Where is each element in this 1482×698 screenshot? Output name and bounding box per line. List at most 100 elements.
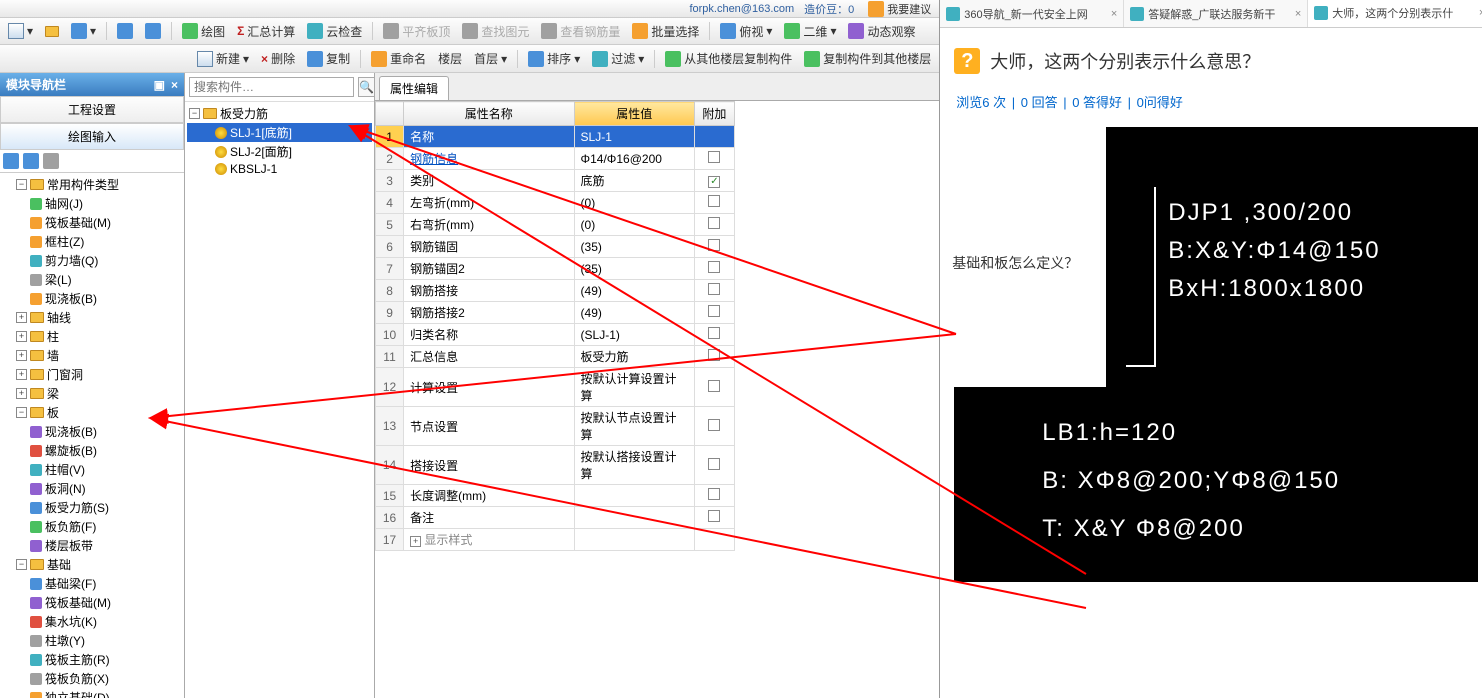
prop-row[interactable]: 14搭接设置按默认搭接设置计算 xyxy=(376,446,735,485)
tree-jichu[interactable]: −基础 xyxy=(2,555,182,574)
tree-common-types[interactable]: −常用构件类型 xyxy=(2,175,182,194)
component-instance-tree[interactable]: −板受力筋 SLJ-1[底筋]SLJ-2[面筋]KBSLJ-1 xyxy=(185,102,374,698)
prop-row[interactable]: 9钢筋搭接2(49) xyxy=(376,302,735,324)
close-icon[interactable]: × xyxy=(171,78,178,92)
tree-leaf[interactable]: 集水坑(K) xyxy=(2,612,182,631)
component-type-tree[interactable]: −常用构件类型 轴网(J)筏板基础(M)框柱(Z)剪力墙(Q)梁(L)现浇板(B… xyxy=(0,173,184,698)
tree-leaf[interactable]: 基础梁(F) xyxy=(2,574,182,593)
checkbox[interactable] xyxy=(708,419,720,431)
tree-leaf[interactable]: 柱帽(V) xyxy=(2,460,182,479)
prop-value-cell[interactable]: 底筋 xyxy=(574,170,694,192)
2d-button[interactable]: 二维 ▾ xyxy=(780,21,840,42)
expand-icon[interactable] xyxy=(3,153,19,169)
comp-item[interactable]: SLJ-2[面筋] xyxy=(187,142,372,161)
tree-leaf[interactable]: 楼层板带 xyxy=(2,536,182,555)
tree-leaf[interactable]: 筏板主筋(R) xyxy=(2,650,182,669)
prop-row[interactable]: 3类别底筋 xyxy=(376,170,735,192)
tree-cat[interactable]: +柱 xyxy=(2,327,182,346)
copyto-button[interactable]: 复制构件到其他楼层 xyxy=(800,48,935,69)
tree-leaf[interactable]: 筏板基础(M) xyxy=(2,593,182,612)
checkbox[interactable] xyxy=(708,327,720,339)
tree-leaf[interactable]: 筏板基础(M) xyxy=(2,213,182,232)
tree-cat[interactable]: +轴线 xyxy=(2,308,182,327)
prop-row[interactable]: 2钢筋信息Φ14/Φ16@200 xyxy=(376,148,735,170)
tree-leaf[interactable]: 螺旋板(B) xyxy=(2,441,182,460)
draw-button[interactable]: 绘图 xyxy=(178,21,229,42)
prop-value-cell[interactable] xyxy=(574,529,694,551)
prop-value-cell[interactable]: (0) xyxy=(574,214,694,236)
modnav-btn-draw[interactable]: 绘图输入 xyxy=(0,123,184,150)
redo-button[interactable] xyxy=(141,21,165,41)
new-component-button[interactable]: 新建 ▾ xyxy=(193,48,253,69)
prop-row[interactable]: 15长度调整(mm) xyxy=(376,485,735,507)
suggest-button[interactable]: 我要建议 xyxy=(864,0,935,18)
pin-icon[interactable]: ▣ xyxy=(154,78,165,92)
dynview-button[interactable]: 动态观察 xyxy=(844,21,919,42)
tab-close-icon[interactable]: × xyxy=(1111,8,1117,20)
tree-ban-shoulijin[interactable]: 板受力筋(S) xyxy=(2,498,182,517)
batchsel-button[interactable]: 批量选择 xyxy=(628,21,703,42)
prop-value-cell[interactable]: (SLJ-1) xyxy=(574,324,694,346)
open-button[interactable] xyxy=(41,24,63,39)
property-grid[interactable]: 属性名称 属性值 附加 1名称SLJ-12钢筋信息Φ14/Φ16@2003类别底… xyxy=(375,101,939,698)
search-go-button[interactable]: 🔍 xyxy=(358,77,375,97)
tree-leaf[interactable]: 筏板负筋(X) xyxy=(2,669,182,688)
prop-value-cell[interactable] xyxy=(574,507,694,529)
checkbox[interactable] xyxy=(708,176,720,188)
prop-row[interactable]: 7钢筋锚固2(35) xyxy=(376,258,735,280)
tree-cat[interactable]: +梁 xyxy=(2,384,182,403)
cloudcheck-button[interactable]: 云检查 xyxy=(303,21,366,42)
copyfrom-button[interactable]: 从其他楼层复制构件 xyxy=(661,48,796,69)
tree-cat[interactable]: +墙 xyxy=(2,346,182,365)
rename-button[interactable]: 重命名 xyxy=(367,48,430,69)
prop-row[interactable]: 16备注 xyxy=(376,507,735,529)
tree-leaf[interactable]: 板洞(N) xyxy=(2,479,182,498)
new-file-button[interactable]: ▾ xyxy=(4,21,37,41)
browser-tab[interactable]: 大师，这两个分别表示什× xyxy=(1308,0,1482,27)
prop-value-cell[interactable]: SLJ-1 xyxy=(574,126,694,148)
checkbox[interactable] xyxy=(708,380,720,392)
prop-value-cell[interactable]: (0) xyxy=(574,192,694,214)
tree-leaf[interactable]: 现浇板(B) xyxy=(2,422,182,441)
sort-button[interactable]: 排序 ▾ xyxy=(524,48,584,69)
tree-leaf[interactable]: 框柱(Z) xyxy=(2,232,182,251)
prop-row[interactable]: 1名称SLJ-1 xyxy=(376,126,735,148)
viewmode-button[interactable]: 俯视 ▾ xyxy=(716,21,776,42)
prop-value-cell[interactable]: (49) xyxy=(574,302,694,324)
delete-button[interactable]: ×删除 xyxy=(257,48,299,69)
prop-link[interactable]: 钢筋信息 xyxy=(410,152,458,166)
comp-item[interactable]: SLJ-1[底筋] xyxy=(187,123,372,142)
checkbox[interactable] xyxy=(708,239,720,251)
filter-button[interactable]: 过滤 ▾ xyxy=(588,48,648,69)
prop-row[interactable]: 13节点设置按默认节点设置计算 xyxy=(376,407,735,446)
tree-ban[interactable]: −板 xyxy=(2,403,182,422)
prop-value-cell[interactable]: 板受力筋 xyxy=(574,346,694,368)
save-button[interactable]: ▾ xyxy=(67,21,100,41)
prop-value-cell[interactable]: (35) xyxy=(574,258,694,280)
checkbox[interactable] xyxy=(708,217,720,229)
prop-row[interactable]: 6钢筋锚固(35) xyxy=(376,236,735,258)
tab-close-icon[interactable]: × xyxy=(1295,8,1301,20)
tree-leaf[interactable]: 独立基础(D) xyxy=(2,688,182,698)
prop-value-cell[interactable] xyxy=(574,485,694,507)
expand-icon[interactable]: + xyxy=(410,536,421,547)
checkbox[interactable] xyxy=(708,458,720,470)
browser-tab[interactable]: 答疑解惑_广联达服务新干× xyxy=(1124,0,1308,27)
checkbox[interactable] xyxy=(708,151,720,163)
tree-cat[interactable]: +门窗洞 xyxy=(2,365,182,384)
viewrebar-button[interactable]: 查看钢筋量 xyxy=(537,21,624,42)
modnav-btn-project[interactable]: 工程设置 xyxy=(0,96,184,123)
browser-tab[interactable]: 360导航_新一代安全上网× xyxy=(940,0,1124,27)
prop-value-cell[interactable]: (35) xyxy=(574,236,694,258)
prop-row[interactable]: 10归类名称(SLJ-1) xyxy=(376,324,735,346)
prop-tab-edit[interactable]: 属性编辑 xyxy=(379,76,449,100)
checkbox[interactable] xyxy=(708,349,720,361)
comp-item[interactable]: KBSLJ-1 xyxy=(187,161,372,177)
findelem-button[interactable]: 查找图元 xyxy=(458,21,533,42)
align-button[interactable]: 平齐板顶 xyxy=(379,21,454,42)
checkbox[interactable] xyxy=(708,488,720,500)
prop-row[interactable]: 17+ 显示样式 xyxy=(376,529,735,551)
prop-row[interactable]: 12计算设置按默认计算设置计算 xyxy=(376,368,735,407)
level-select[interactable]: 首层 ▾ xyxy=(470,48,511,69)
prop-value-cell[interactable]: Φ14/Φ16@200 xyxy=(574,148,694,170)
